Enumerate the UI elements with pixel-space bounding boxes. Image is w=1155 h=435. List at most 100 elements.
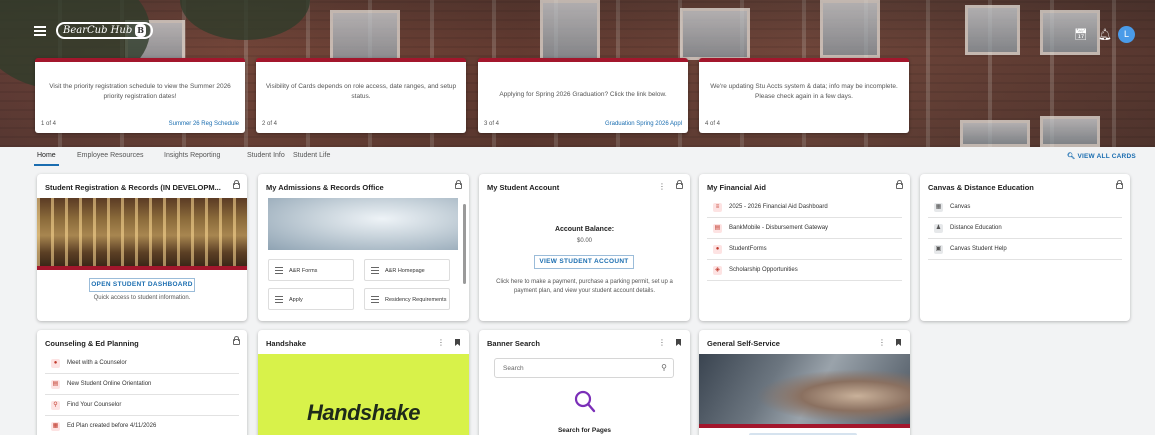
card-title: Student Registration & Records (IN DEVEL… bbox=[45, 183, 221, 192]
card-canvas-distance-ed: Canvas & Distance Education ▦ Canvas ♟ Dis… bbox=[920, 174, 1130, 321]
card-title: General Self-Service bbox=[707, 339, 780, 348]
hero-window bbox=[960, 120, 1030, 147]
tab-insights-reporting[interactable]: Insights Reporting bbox=[164, 152, 220, 159]
list-item[interactable]: ▦ Canvas bbox=[928, 198, 1122, 218]
tile-label: Apply bbox=[289, 297, 303, 303]
item-label: Ed Plan created before 4/11/2026 bbox=[67, 423, 157, 429]
item-label: Distance Education bbox=[950, 225, 1002, 231]
logo-badge: B bbox=[135, 24, 147, 37]
help-doc-icon: ▣ bbox=[934, 245, 943, 254]
card-student-account: My Student Account ⋮ Account Balance: $0… bbox=[479, 174, 690, 321]
item-label: Canvas bbox=[950, 204, 971, 210]
graduation-cap-icon: ◈ bbox=[713, 266, 722, 275]
list-item[interactable]: ≡ 2025 - 2026 Financial Aid Dashboard bbox=[707, 198, 902, 218]
notice-link[interactable]: Summer 26 Reg Schedule bbox=[169, 121, 239, 127]
tile-residency-requirements[interactable]: Residency Requirements bbox=[364, 288, 450, 310]
tile-label: A&R Homepage bbox=[385, 268, 425, 274]
tab-student-info[interactable]: Student Info bbox=[247, 152, 285, 159]
search-icon[interactable]: ⚲ bbox=[661, 363, 667, 372]
item-label: New Student Online Orientation bbox=[67, 381, 152, 387]
tile-apply[interactable]: Apply bbox=[268, 288, 354, 310]
forms-icon: ● bbox=[713, 245, 722, 254]
notice-message: Visit the priority registration schedule… bbox=[49, 83, 231, 100]
card-title: My Financial Aid bbox=[707, 183, 766, 192]
calendar-icon[interactable]: 📅︎ bbox=[1074, 28, 1088, 41]
scrollbar[interactable] bbox=[463, 204, 466, 284]
menu-icon[interactable] bbox=[34, 26, 46, 36]
list-item[interactable]: ▦ Ed Plan created before 4/11/2026 bbox=[45, 417, 239, 435]
list-icon bbox=[275, 267, 283, 274]
lock-icon[interactable] bbox=[233, 180, 240, 191]
list-icon bbox=[275, 296, 283, 303]
item-label: Scholarship Opportunities bbox=[729, 267, 798, 273]
lock-icon[interactable] bbox=[233, 336, 240, 347]
bell-icon[interactable]: 🔔︎ bbox=[1098, 28, 1112, 41]
notice-link[interactable]: Graduation Spring 2026 Appl bbox=[605, 121, 682, 127]
card-general-self-service: General Self-Service ⋮ bbox=[699, 330, 910, 435]
app-logo[interactable]: BearCub Hub B bbox=[56, 22, 154, 39]
bookmark-icon[interactable] bbox=[676, 339, 681, 348]
search-placeholder: Search bbox=[503, 365, 524, 372]
item-label: StudentForms bbox=[729, 246, 767, 252]
notice-message: Visibility of Cards depends on role acce… bbox=[265, 83, 457, 100]
tab-student-life[interactable]: Student Life bbox=[293, 152, 330, 159]
more-options-icon[interactable]: ⋮ bbox=[658, 182, 666, 191]
lock-icon[interactable] bbox=[676, 180, 683, 191]
list-item[interactable]: ◈ Scholarship Opportunities bbox=[707, 261, 902, 281]
card-title: Counseling & Ed Planning bbox=[45, 339, 139, 348]
notice-card: Applying for Spring 2026 Graduation? Cli… bbox=[478, 58, 688, 133]
magnifier-icon bbox=[479, 390, 690, 419]
bookmark-icon[interactable] bbox=[896, 339, 901, 348]
list-item[interactable]: ▣ Canvas Student Help bbox=[928, 240, 1122, 260]
writing-image bbox=[268, 198, 458, 250]
tile-ar-forms[interactable]: A&R Forms bbox=[268, 259, 354, 281]
list-item[interactable]: ● StudentForms bbox=[707, 240, 902, 260]
card-title: Canvas & Distance Education bbox=[928, 183, 1034, 192]
more-options-icon[interactable]: ⋮ bbox=[878, 338, 886, 347]
tile-ar-homepage[interactable]: A&R Homepage bbox=[364, 259, 450, 281]
card-banner-search: Banner Search ⋮ Search ⚲ Search for Page… bbox=[479, 330, 690, 435]
person-icon: ♟ bbox=[934, 224, 943, 233]
search-heading: Search for Pages bbox=[557, 427, 612, 434]
list-item[interactable]: ⚲ Find Your Counselor bbox=[45, 396, 239, 416]
bank-icon: ▤ bbox=[713, 224, 722, 233]
notice-pager: 1 of 4 bbox=[41, 121, 57, 127]
item-label: Meet with a Counselor bbox=[67, 360, 127, 366]
open-student-dashboard-button[interactable]: OPEN STUDENT DASHBOARD bbox=[89, 278, 195, 292]
lock-icon[interactable] bbox=[896, 180, 903, 191]
tab-bar: Home Employee Resources Insights Reporti… bbox=[0, 147, 1155, 166]
notice-card: Visit the priority registration schedule… bbox=[35, 58, 245, 133]
list-item[interactable]: ♟ Distance Education bbox=[928, 219, 1122, 239]
tile-label: Residency Requirements bbox=[385, 297, 447, 303]
card-title: My Student Account bbox=[487, 183, 560, 192]
notice-message: We're updating Stu Accts system & data; … bbox=[710, 83, 898, 100]
view-student-account-button[interactable]: VIEW STUDENT ACCOUNT bbox=[534, 255, 634, 269]
card-title: Banner Search bbox=[487, 339, 540, 348]
lock-icon[interactable] bbox=[1116, 180, 1123, 191]
lock-icon[interactable] bbox=[455, 180, 462, 191]
account-note: Click here to make a payment, purchase a… bbox=[496, 279, 673, 294]
list-item[interactable]: ▤ BankMobile - Disbursement Gateway bbox=[707, 219, 902, 239]
list-item[interactable]: ▤ New Student Online Orientation bbox=[45, 375, 239, 395]
notice-card: We're updating Stu Accts system & data; … bbox=[699, 58, 909, 133]
avatar[interactable]: L bbox=[1118, 26, 1135, 43]
handshake-banner[interactable]: Handshake bbox=[258, 354, 469, 435]
logo-text: BearCub Hub bbox=[63, 25, 133, 36]
card-admissions-records: My Admissions & Records Office A&R Forms… bbox=[258, 174, 469, 321]
bookmark-icon[interactable] bbox=[455, 339, 460, 348]
list-item[interactable]: ● Meet with a Counselor bbox=[45, 354, 239, 374]
search-icon: ⚲ bbox=[51, 401, 60, 410]
card-handshake: Handshake ⋮ Handshake bbox=[258, 330, 469, 435]
search-input[interactable]: Search ⚲ bbox=[494, 358, 674, 378]
item-label: Canvas Student Help bbox=[950, 246, 1007, 252]
notice-card: Visibility of Cards depends on role acce… bbox=[256, 58, 466, 133]
card-caption: Quick access to student information. bbox=[93, 295, 191, 301]
tab-home[interactable]: Home bbox=[34, 152, 59, 166]
tab-employee-resources[interactable]: Employee Resources bbox=[77, 152, 144, 159]
view-all-cards-link[interactable]: 🔍︎ VIEW ALL CARDS bbox=[1067, 152, 1136, 160]
search-icon: 🔍︎ bbox=[1067, 153, 1076, 160]
notice-pager: 4 of 4 bbox=[705, 121, 721, 127]
more-options-icon[interactable]: ⋮ bbox=[437, 338, 445, 347]
more-options-icon[interactable]: ⋮ bbox=[658, 338, 666, 347]
item-label: BankMobile - Disbursement Gateway bbox=[729, 225, 829, 231]
